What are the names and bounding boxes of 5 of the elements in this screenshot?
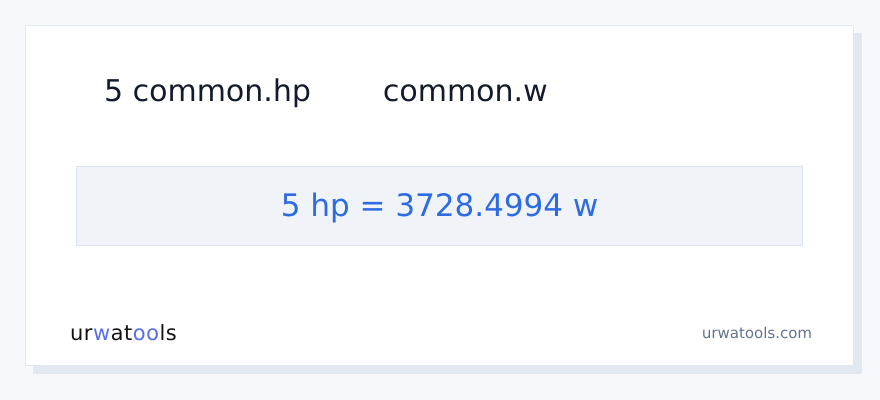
- result-text: 5 hp = 3728.4994 w: [280, 188, 598, 224]
- from-value: 5 common.hp: [104, 73, 311, 111]
- site-link[interactable]: urwatools.com: [702, 324, 812, 342]
- logo: urwatools: [70, 321, 178, 345]
- to-unit: common.w: [382, 73, 548, 111]
